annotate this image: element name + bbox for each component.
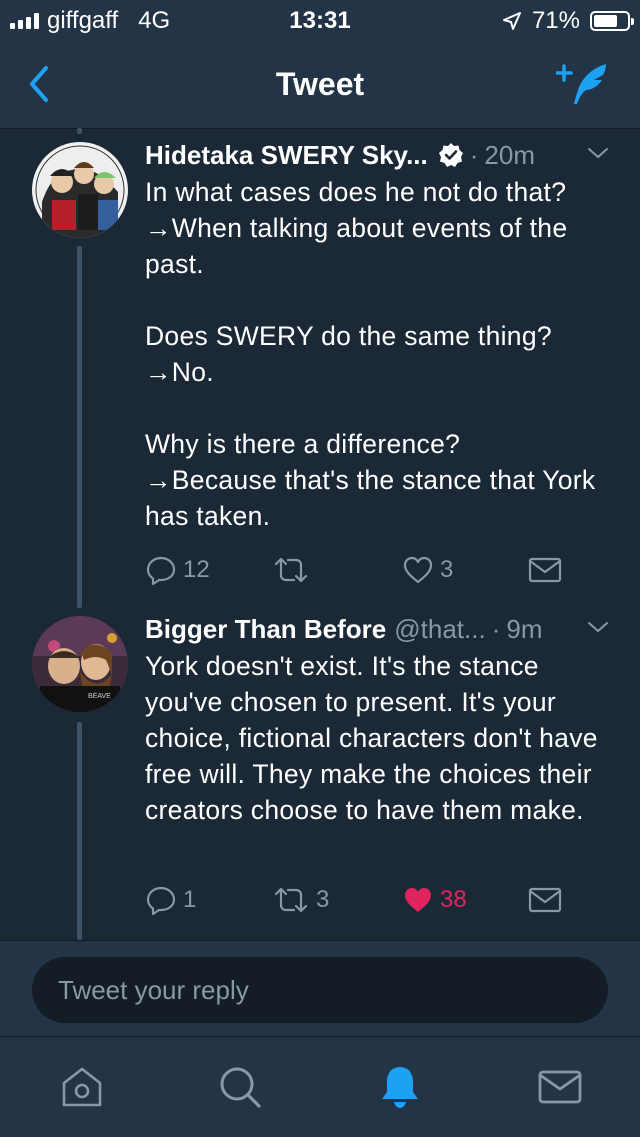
chevron-down-icon[interactable] [587, 146, 609, 160]
author-handle[interactable]: @that... [394, 614, 485, 645]
page-title: Tweet [275, 66, 365, 102]
share-button[interactable] [528, 556, 562, 584]
author-name[interactable]: Hidetaka SWERY Sky... [145, 140, 428, 171]
envelope-icon [528, 887, 562, 913]
tab-bar [0, 1036, 640, 1137]
tweet-time: 20m [484, 139, 535, 170]
tweet-text: In what cases does he not do that? →When… [145, 177, 596, 531]
reply-bar: Tweet your reply [0, 940, 640, 1037]
reply-count: 12 [183, 556, 210, 583]
author-name[interactable]: Bigger Than Before [145, 614, 386, 645]
svg-text:BEAVE: BEAVE [88, 693, 111, 700]
retweet-button[interactable] [272, 554, 316, 586]
reply-button[interactable]: 12 [145, 554, 210, 586]
tweet[interactable]: Hidetaka SWERY Sky... · 20m In what case… [0, 138, 640, 608]
like-count: 3 [440, 556, 454, 583]
envelope-icon [528, 557, 562, 583]
tweet-header: Hidetaka SWERY Sky... · 20m [145, 138, 615, 172]
retweet-icon [274, 557, 308, 583]
tweet-header: Bigger Than Before @that... · 9m [145, 612, 615, 646]
avatar[interactable] [32, 142, 128, 238]
reply-icon [146, 556, 176, 586]
location-arrow-icon [502, 12, 521, 30]
notifications-icon[interactable] [374, 1061, 426, 1113]
separator-dot: · [491, 613, 501, 644]
chevron-down-icon[interactable] [587, 620, 609, 634]
messages-icon[interactable] [534, 1061, 586, 1113]
tweet-time: 9m [506, 613, 543, 644]
search-icon[interactable] [214, 1061, 266, 1113]
retweet-icon [274, 887, 308, 913]
battery-percent: 71% [531, 7, 580, 34]
retweet-count: 3 [316, 886, 330, 913]
reply-count: 1 [183, 886, 197, 913]
retweet-button[interactable]: 3 [272, 884, 329, 916]
carrier-label: giffgaff [47, 7, 119, 34]
battery-icon [590, 11, 634, 31]
verified-badge-icon [438, 143, 463, 167]
thread-line-top [77, 128, 82, 134]
tweet-text: York doesn't exist. It's the stance you'… [145, 651, 598, 825]
reply-button[interactable]: 1 [145, 884, 196, 916]
like-count: 38 [440, 886, 467, 913]
tweet[interactable]: BEAVE Bigger Than Before @that... · 9m Y… [0, 612, 640, 932]
reply-input[interactable]: Tweet your reply [32, 957, 608, 1023]
nav-bar: Tweet [0, 40, 640, 129]
heart-icon [403, 556, 433, 584]
reply-icon [146, 886, 176, 916]
compose-tweet-icon[interactable] [556, 60, 614, 108]
home-icon[interactable] [56, 1061, 108, 1113]
status-bar: giffgaff 4G 13:31 71% [0, 0, 640, 40]
share-button[interactable] [528, 886, 562, 914]
signal-strength-icon [10, 13, 39, 29]
network-type-label: 4G [138, 7, 171, 34]
separator-dot: · [469, 139, 479, 170]
like-button[interactable]: 38 [402, 884, 467, 916]
heart-filled-icon [405, 888, 431, 912]
like-button[interactable]: 3 [402, 554, 453, 586]
avatar[interactable]: BEAVE [32, 616, 128, 712]
